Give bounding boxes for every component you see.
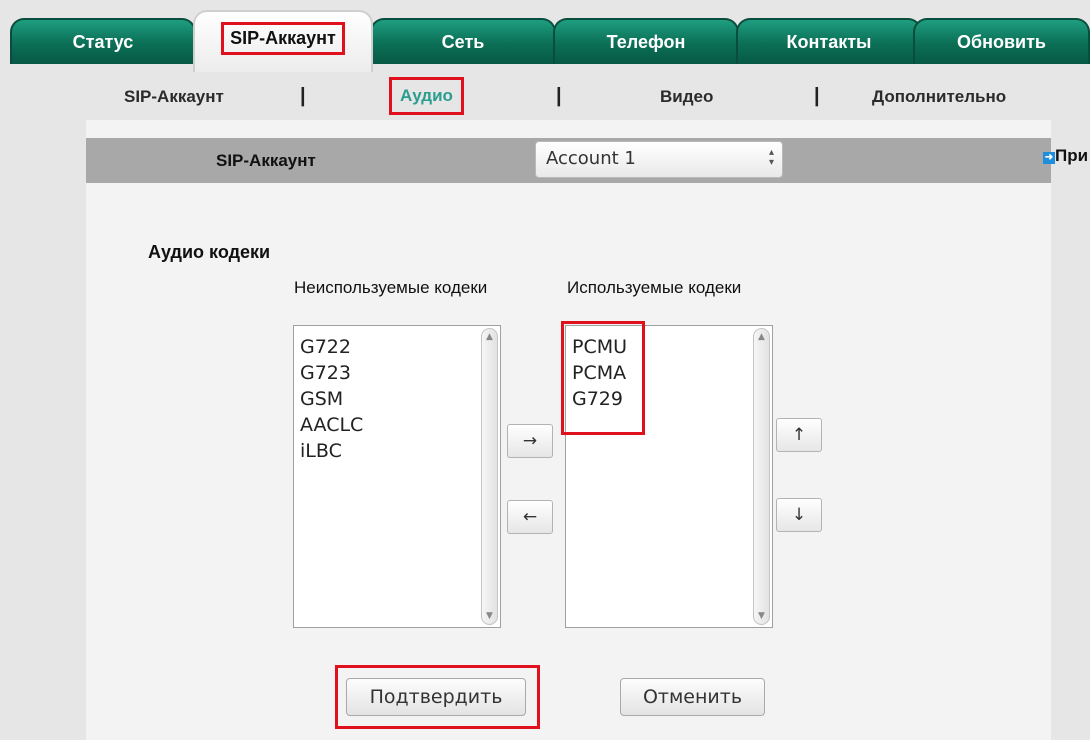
- subtab-separator: |: [556, 85, 562, 107]
- move-up-button[interactable]: ↑: [776, 418, 822, 452]
- tab-phone-label: Телефон: [606, 31, 686, 52]
- list-item[interactable]: GSM: [300, 386, 500, 412]
- select-arrows-icon: ▴ ▾: [768, 147, 774, 168]
- cancel-button[interactable]: Отменить: [620, 678, 765, 716]
- used-codecs-highlight: [561, 321, 645, 435]
- tab-network-label: Сеть: [441, 31, 485, 52]
- account-label: SIP-Аккаунт: [216, 151, 316, 170]
- account-select-value: Account 1: [546, 148, 636, 169]
- subtab-video[interactable]: Видео: [660, 87, 713, 107]
- confirm-highlight: [335, 665, 540, 729]
- used-codecs-title: Используемые кодеки: [567, 278, 742, 297]
- subtab-sip-account[interactable]: SIP-Аккаунт: [124, 87, 224, 107]
- list-item[interactable]: AACLC: [300, 412, 500, 438]
- scrollbar[interactable]: ▲ ▼: [481, 328, 498, 625]
- tab-network[interactable]: Сеть: [370, 18, 556, 64]
- tab-sip-account[interactable]: SIP-Аккаунт: [193, 10, 373, 72]
- move-right-button[interactable]: →: [507, 424, 553, 458]
- list-item[interactable]: G723: [300, 360, 500, 386]
- tab-sip-account-label: SIP-Аккаунт: [221, 21, 345, 55]
- subtab-audio[interactable]: Аудио: [389, 77, 464, 115]
- scrollbar[interactable]: ▲ ▼: [753, 328, 770, 625]
- move-left-button[interactable]: ←: [507, 500, 553, 534]
- tab-underline: [0, 64, 1090, 72]
- tab-status-label: Статус: [72, 31, 134, 52]
- subtab-separator: |: [300, 85, 306, 107]
- tab-phone[interactable]: Телефон: [553, 18, 739, 64]
- list-item[interactable]: iLBC: [300, 438, 500, 464]
- tab-contacts-label: Контакты: [786, 31, 872, 52]
- scroll-down-icon[interactable]: ▼: [754, 611, 769, 621]
- list-item[interactable]: G722: [300, 334, 500, 360]
- tab-contacts[interactable]: Контакты: [736, 18, 922, 64]
- arrow-right-icon: ➜: [1043, 152, 1055, 164]
- subtab-advanced[interactable]: Дополнительно: [872, 87, 1006, 107]
- unused-codecs-list[interactable]: G722 G723 GSM AACLC iLBC ▲ ▼: [293, 325, 501, 628]
- tab-update-label: Обновить: [957, 31, 1046, 52]
- tab-update[interactable]: Обновить: [913, 18, 1090, 64]
- tab-status[interactable]: Статус: [10, 18, 196, 64]
- subtab-separator: |: [814, 85, 820, 107]
- move-down-button[interactable]: ↓: [776, 498, 822, 532]
- audio-codecs-title: Аудио кодеки: [148, 242, 271, 262]
- scroll-up-icon[interactable]: ▲: [754, 332, 769, 342]
- side-link-label: При: [1055, 146, 1089, 165]
- account-select[interactable]: Account 1 ▴ ▾: [535, 141, 783, 178]
- top-tab-bar: Статус SIP-Аккаунт Сеть Телефон Контакты…: [0, 0, 1090, 72]
- unused-codecs-title: Неиспользуемые кодеки: [294, 278, 488, 297]
- scroll-up-icon[interactable]: ▲: [482, 332, 497, 342]
- scroll-down-icon[interactable]: ▼: [482, 611, 497, 621]
- side-link[interactable]: ➜ При: [1043, 146, 1088, 166]
